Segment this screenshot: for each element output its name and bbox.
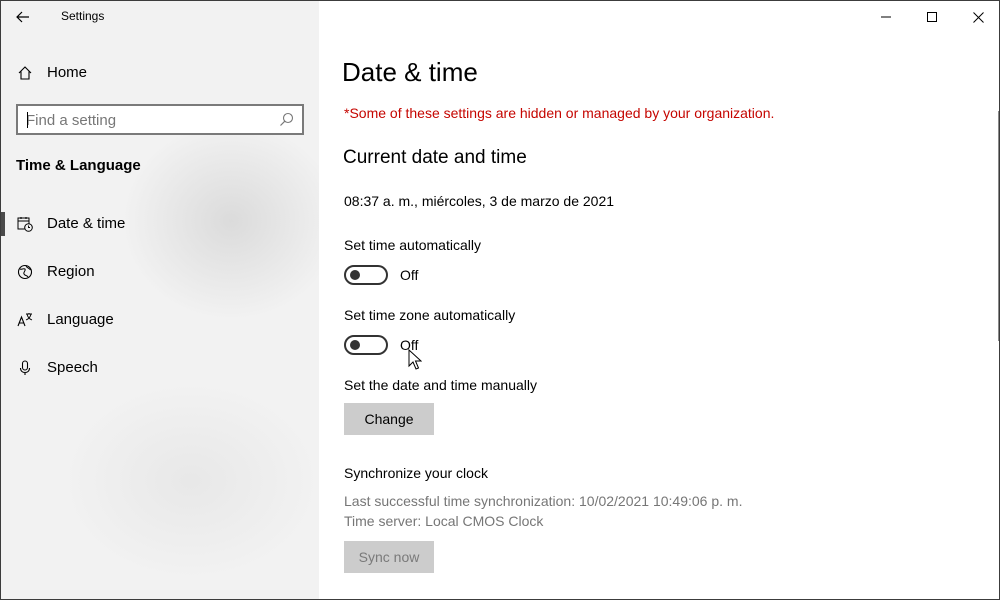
last-sync-text: Last successful time synchronization: 10… xyxy=(344,493,743,509)
set-timezone-auto-label: Set time zone automatically xyxy=(344,307,516,323)
set-timezone-auto-toggle[interactable] xyxy=(344,335,388,355)
sidebar-item-home[interactable]: Home xyxy=(1,57,319,89)
home-icon xyxy=(18,66,32,80)
managed-warning: *Some of these settings are hidden or ma… xyxy=(344,105,775,121)
sidebar-item-label: Region xyxy=(47,263,95,280)
sidebar-item-label: Date & time xyxy=(47,215,126,232)
toggle-knob xyxy=(350,340,360,350)
page-title: Date & time xyxy=(342,57,478,87)
sidebar-item-region[interactable]: Region xyxy=(1,252,319,292)
sidebar: Settings Home Time & Language xyxy=(1,1,319,599)
microphone-icon xyxy=(19,360,31,375)
manual-date-label: Set the date and time manually xyxy=(344,377,538,393)
search-box[interactable] xyxy=(16,104,304,135)
maximize-button[interactable] xyxy=(909,1,955,33)
minimize-button[interactable] xyxy=(863,1,909,33)
globe-icon xyxy=(17,264,33,280)
set-time-auto-label: Set time automatically xyxy=(344,237,481,253)
maximize-icon xyxy=(927,12,937,22)
sidebar-item-speech[interactable]: Speech xyxy=(1,348,319,388)
window-controls xyxy=(863,1,999,33)
mouse-cursor-icon xyxy=(408,349,422,370)
sidebar-item-label: Speech xyxy=(47,359,98,376)
selected-indicator xyxy=(1,212,5,236)
back-button[interactable] xyxy=(9,5,37,29)
main-content: Date & time *Some of these settings are … xyxy=(319,1,999,599)
home-label: Home xyxy=(47,64,88,81)
set-time-auto-toggle[interactable] xyxy=(344,265,388,285)
search-input[interactable] xyxy=(26,110,266,130)
title-bar: Settings xyxy=(1,1,319,33)
settings-window: Settings Home Time & Language xyxy=(0,0,1000,600)
text-caret xyxy=(27,112,28,128)
minimize-icon xyxy=(881,16,891,18)
language-icon xyxy=(17,313,33,327)
sync-heading: Synchronize your clock xyxy=(344,465,488,481)
sync-now-button[interactable]: Sync now xyxy=(344,541,434,573)
time-server-text: Time server: Local CMOS Clock xyxy=(344,513,544,529)
back-arrow-icon xyxy=(16,11,29,23)
sidebar-item-date-time[interactable]: Date & time xyxy=(1,204,319,244)
calendar-clock-icon xyxy=(17,217,33,232)
current-date-heading: Current date and time xyxy=(343,147,527,168)
toggle-knob xyxy=(350,270,360,280)
current-datetime: 08:37 a. m., miércoles, 3 de marzo de 20… xyxy=(344,193,615,209)
section-title: Time & Language xyxy=(16,157,141,174)
set-time-auto-state: Off xyxy=(400,267,419,283)
change-button[interactable]: Change xyxy=(344,403,434,435)
sidebar-item-label: Language xyxy=(47,311,114,328)
close-button[interactable] xyxy=(955,1,999,33)
app-title: Settings xyxy=(61,9,105,23)
search-icon xyxy=(280,112,294,126)
sidebar-item-language[interactable]: Language xyxy=(1,300,319,340)
close-icon xyxy=(972,11,984,23)
